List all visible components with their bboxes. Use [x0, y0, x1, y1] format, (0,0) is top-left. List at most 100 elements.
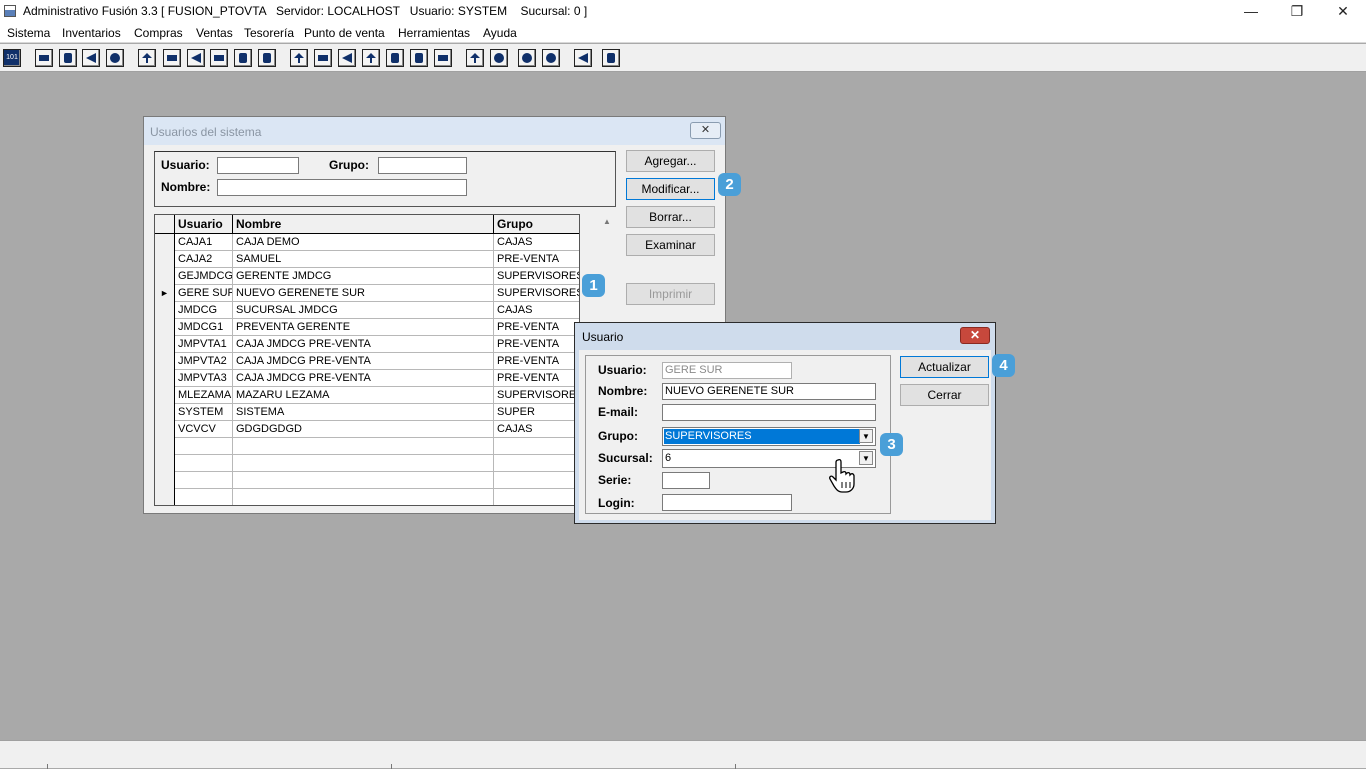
menu-sistema[interactable]: Sistema	[7, 26, 50, 40]
row-indicator[interactable]	[155, 438, 175, 455]
usuarios-close-icon[interactable]: ✕	[690, 122, 721, 139]
table-row[interactable]: JMDCG SUCURSAL JMDCG CAJAS	[155, 302, 579, 319]
row-indicator[interactable]	[155, 319, 175, 336]
toolbar-refresh-icon[interactable]	[518, 49, 536, 67]
table-row[interactable]: MLEZAMA MAZARU LEZAMA SUPERVISORES	[155, 387, 579, 404]
menu-ventas[interactable]: Ventas	[196, 26, 233, 40]
menu-compras[interactable]: Compras	[134, 26, 183, 40]
row-indicator[interactable]	[155, 472, 175, 489]
table-row[interactable]: SYSTEM SISTEMA SUPER	[155, 404, 579, 421]
table-empty-row[interactable]	[155, 455, 579, 472]
menu-inventarios[interactable]: Inventarios	[62, 26, 121, 40]
menu-ayuda[interactable]: Ayuda	[483, 26, 517, 40]
toolbar-users-icon[interactable]	[290, 49, 308, 67]
table-row[interactable]: VCVCV GDGDGDGD CAJAS	[155, 421, 579, 438]
filter-nombre-input[interactable]	[217, 179, 467, 196]
imprimir-button[interactable]: Imprimir	[626, 283, 715, 305]
toolbar-box-icon[interactable]	[314, 49, 332, 67]
table-row[interactable]: JMPVTA3 CAJA JMDCG PRE-VENTA PRE-VENTA	[155, 370, 579, 387]
row-indicator[interactable]	[155, 421, 175, 438]
close-button[interactable]: ✕	[1320, 0, 1366, 23]
nombre-field[interactable]: NUEVO GERENETE SUR	[662, 383, 876, 400]
filter-grupo-input[interactable]	[378, 157, 467, 174]
table-empty-row[interactable]	[155, 472, 579, 489]
table-row[interactable]: JMPVTA2 CAJA JMDCG PRE-VENTA PRE-VENTA	[155, 353, 579, 370]
sucursal-dropdown-arrow-icon[interactable]: ▼	[859, 451, 873, 465]
row-indicator[interactable]	[155, 251, 175, 268]
cell-nombre: MAZARU LEZAMA	[233, 387, 494, 404]
toolbar-report-icon[interactable]	[410, 49, 428, 67]
serie-field[interactable]	[662, 472, 710, 489]
column-header-grupo[interactable]: Grupo	[494, 215, 579, 234]
row-indicator[interactable]	[155, 370, 175, 387]
toolbar-import-icon[interactable]	[187, 49, 205, 67]
toolbar-help-icon[interactable]	[602, 49, 620, 67]
email-field[interactable]	[662, 404, 876, 421]
row-indicator[interactable]	[155, 489, 175, 505]
toolbar-transfer-icon[interactable]	[82, 49, 100, 67]
row-indicator[interactable]	[155, 234, 175, 251]
cell-nombre: CAJA DEMO	[233, 234, 494, 251]
row-indicator[interactable]	[155, 455, 175, 472]
toolbar-undo-icon[interactable]	[542, 49, 560, 67]
usuario-field: GERE SUR	[662, 362, 792, 379]
toolbar-clipboard-icon[interactable]	[59, 49, 77, 67]
table-row[interactable]: JMDCG1 PREVENTA GERENTE PRE-VENTA	[155, 319, 579, 336]
column-header-usuario[interactable]: Usuario	[175, 215, 233, 234]
toolbar-add-icon[interactable]	[362, 49, 380, 67]
row-indicator[interactable]	[155, 302, 175, 319]
toolbar-numeric-icon[interactable]: 101	[3, 49, 21, 67]
filter-usuario-input[interactable]	[217, 157, 299, 174]
row-indicator[interactable]	[155, 387, 175, 404]
usuario-dialog-close-icon[interactable]: ✕	[960, 327, 990, 344]
examinar-button[interactable]: Examinar	[626, 234, 715, 256]
cell-usuario	[175, 489, 233, 505]
table-empty-row[interactable]	[155, 489, 579, 505]
minimize-button[interactable]: —	[1228, 0, 1274, 23]
borrar-button[interactable]: Borrar...	[626, 206, 715, 228]
menu-herramientas[interactable]: Herramientas	[398, 26, 470, 40]
modificar-button[interactable]: Modificar...	[626, 178, 715, 200]
table-row[interactable]: ► GERE SUR NUEVO GERENETE SUR SUPERVISORES	[155, 285, 580, 302]
cell-usuario: SYSTEM	[175, 404, 233, 421]
toolbar-document-icon[interactable]	[234, 49, 252, 67]
toolbar-search-icon[interactable]	[106, 49, 124, 67]
grupo-select[interactable]: SUPERVISORES ▼	[662, 427, 876, 446]
toolbar-back-icon[interactable]	[574, 49, 592, 67]
toolbar-folder-icon[interactable]	[163, 49, 181, 67]
row-indicator[interactable]	[155, 336, 175, 353]
table-row[interactable]: GEJMDCG GERENTE JMDCG SUPERVISORES	[155, 268, 579, 285]
table-row[interactable]: CAJA1 CAJA DEMO CAJAS	[155, 234, 579, 251]
menu-punto-de-venta[interactable]: Punto de venta	[304, 26, 385, 40]
toolbar-dollar-icon[interactable]	[386, 49, 404, 67]
cell-usuario: GERE SUR	[175, 285, 233, 302]
toolbar-table-icon[interactable]	[434, 49, 452, 67]
cell-grupo: SUPERVISORES	[497, 287, 580, 299]
login-field[interactable]	[662, 494, 792, 511]
agregar-button[interactable]: Agregar...	[626, 150, 715, 172]
filter-grupo-label: Grupo:	[329, 158, 369, 172]
toolbar-export-icon[interactable]	[338, 49, 356, 67]
toolbar-zoom-icon[interactable]	[490, 49, 508, 67]
toolbar-home-icon[interactable]	[466, 49, 484, 67]
row-indicator[interactable]	[155, 268, 175, 285]
table-empty-row[interactable]	[155, 438, 579, 455]
column-header-nombre[interactable]: Nombre	[233, 215, 494, 234]
row-indicator[interactable]: ►	[155, 285, 175, 302]
cerrar-button[interactable]: Cerrar	[900, 384, 989, 406]
actualizar-button[interactable]: Actualizar	[900, 356, 989, 378]
toolbar-user-icon[interactable]	[138, 49, 156, 67]
cell-nombre: SAMUEL	[233, 251, 494, 268]
grupo-dropdown-arrow-icon[interactable]: ▼	[859, 429, 873, 443]
menu-tesoreria[interactable]: Tesorería	[244, 26, 294, 40]
row-indicator[interactable]	[155, 353, 175, 370]
table-row[interactable]: JMPVTA1 CAJA JMDCG PRE-VENTA PRE-VENTA	[155, 336, 579, 353]
grupo-label: Grupo:	[598, 429, 638, 443]
restore-button[interactable]: ❐	[1274, 0, 1320, 23]
scroll-up-icon[interactable]: ▲	[601, 217, 613, 229]
toolbar-list-icon[interactable]	[258, 49, 276, 67]
toolbar-print-icon[interactable]	[210, 49, 228, 67]
table-row[interactable]: CAJA2 SAMUEL PRE-VENTA	[155, 251, 579, 268]
toolbar-window-icon[interactable]	[35, 49, 53, 67]
row-indicator[interactable]	[155, 404, 175, 421]
